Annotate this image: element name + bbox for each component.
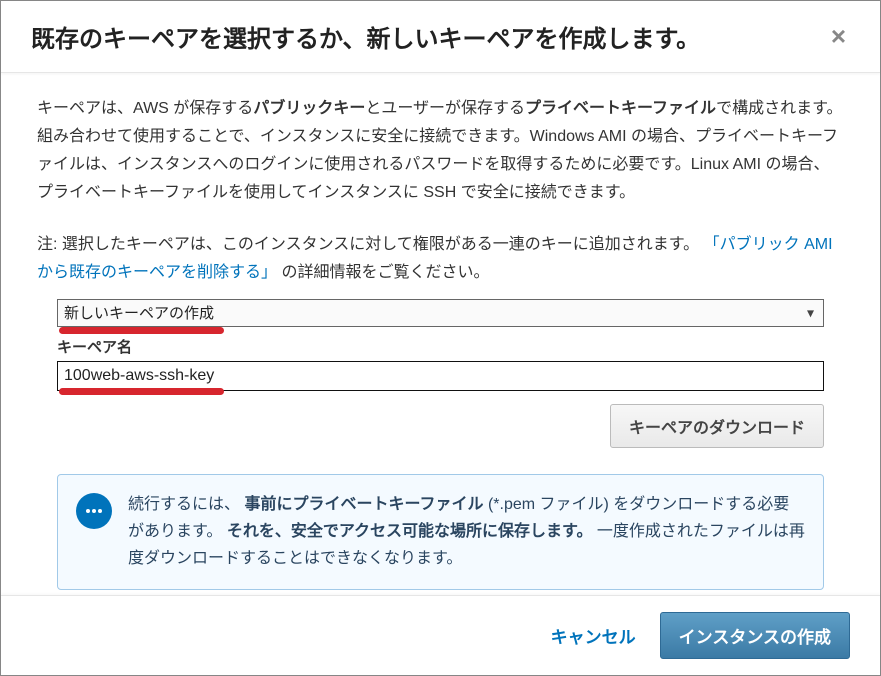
- description-text: キーペアは、AWS が保存するパブリックキーとユーザーが保存するプライベートキー…: [37, 95, 844, 207]
- keypair-name-label: キーペア名: [57, 336, 824, 357]
- close-icon[interactable]: ×: [827, 21, 850, 52]
- keypair-name-input[interactable]: [57, 361, 824, 391]
- launch-instance-button[interactable]: インスタンスの作成: [660, 612, 850, 659]
- info-box: 続行するには、 事前にプライベートキーファイル (*.pem ファイル) をダウ…: [57, 474, 824, 590]
- dialog-header: 既存のキーペアを選択するか、新しいキーペアを作成します。 ×: [1, 1, 880, 73]
- keypair-dialog: 既存のキーペアを選択するか、新しいキーペアを作成します。 × キーペアは、AWS…: [0, 0, 881, 676]
- dialog-body: キーペアは、AWS が保存するパブリックキーとユーザーが保存するプライベートキー…: [1, 73, 880, 595]
- info-text: 続行するには、 事前にプライベートキーファイル (*.pem ファイル) をダウ…: [128, 491, 805, 573]
- keypair-form: 新しいキーペアの作成 ▾ キーペア名 キーペアのダウンロード 続行するには、 事…: [37, 299, 844, 590]
- note-text: 注: 選択したキーペアは、このインスタンスに対して権限がある一連のキーに追加され…: [37, 231, 844, 287]
- download-row: キーペアのダウンロード: [57, 404, 824, 448]
- annotation-underline: [59, 327, 224, 334]
- keypair-mode-select-wrap: 新しいキーペアの作成 ▾: [57, 299, 824, 327]
- dialog-footer: キャンセル インスタンスの作成: [1, 595, 880, 675]
- keypair-mode-select[interactable]: 新しいキーペアの作成: [57, 299, 824, 327]
- dialog-title: 既存のキーペアを選択するか、新しいキーペアを作成します。: [31, 19, 700, 54]
- cancel-button[interactable]: キャンセル: [547, 615, 640, 656]
- download-keypair-button[interactable]: キーペアのダウンロード: [610, 404, 824, 448]
- annotation-underline: [59, 388, 224, 395]
- speech-bubble-icon: [76, 493, 112, 529]
